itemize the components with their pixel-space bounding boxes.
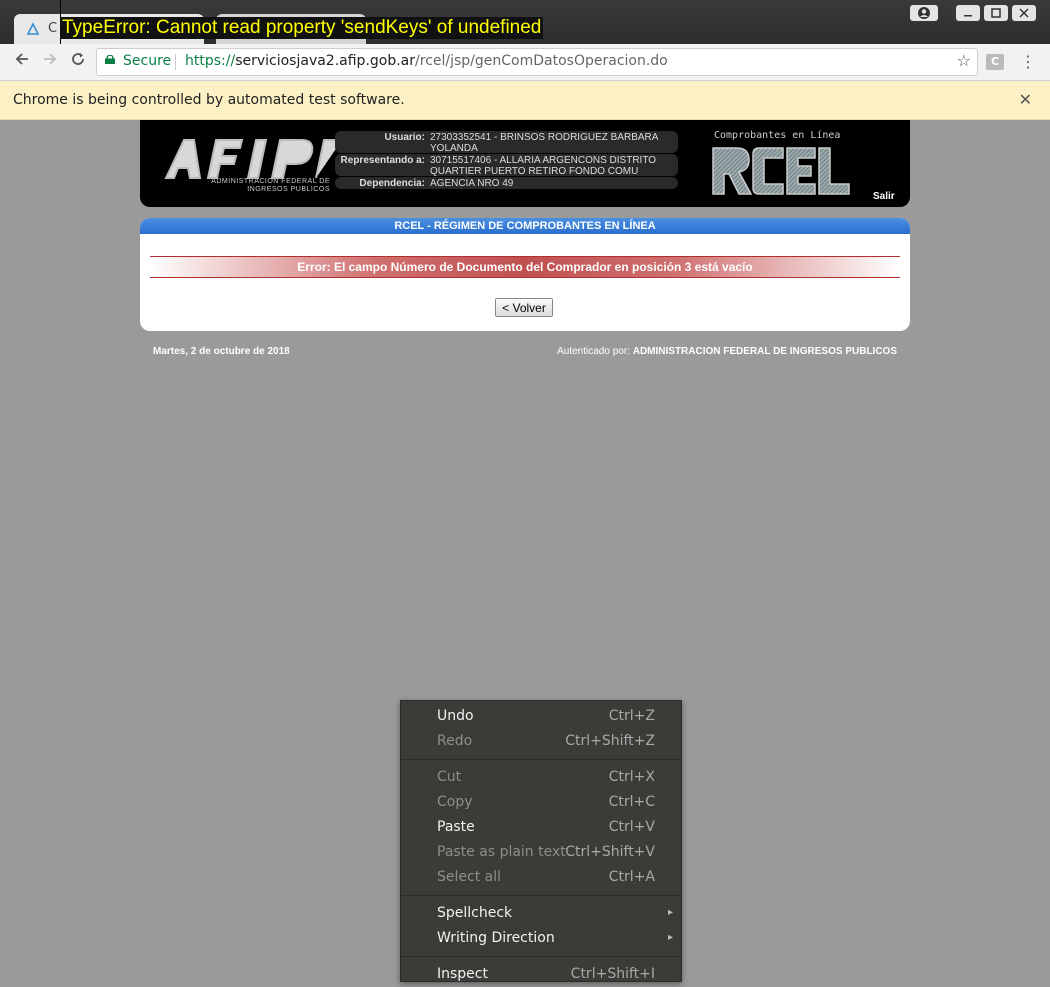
rcel-panel: RCEL - RÉGIMEN DE COMPROBANTES EN LÍNEA … <box>140 218 910 331</box>
menu-item-select-all[interactable]: Select all Ctrl+A <box>401 866 681 890</box>
address-separator <box>175 54 176 70</box>
afip-header: ADMINISTRACION FEDERAL DE INGRESOS PUBLI… <box>140 120 910 207</box>
menu-item-label: Select all <box>437 869 501 885</box>
reload-icon[interactable] <box>66 50 90 74</box>
footer-auth-prefix: Autenticado por: <box>557 346 633 357</box>
menu-item-label: Copy <box>437 794 473 810</box>
salir-link[interactable]: Salir <box>873 191 895 202</box>
dependencia-value: AGENCIA NRO 49 <box>430 178 514 189</box>
menu-item-shortcut: Ctrl+A <box>608 869 655 885</box>
back-arrow-icon[interactable] <box>10 50 34 74</box>
representando-label: Representando a: <box>340 155 425 166</box>
window-controls <box>910 5 1036 21</box>
menu-item-cut[interactable]: Cut Ctrl+X <box>401 766 681 790</box>
menu-item-writing-direction[interactable]: Writing Direction ▸ <box>401 927 681 951</box>
submenu-arrow-icon: ▸ <box>667 932 673 943</box>
profile-icon[interactable] <box>910 5 938 21</box>
afip-favicon-icon <box>26 22 40 35</box>
menu-item-paste-plain[interactable]: Paste as plain text Ctrl+Shift+V <box>401 841 681 865</box>
error-message: Error: El campo Número de Documento del … <box>150 256 900 278</box>
footer-date: Martes, 2 de octubre de 2018 <box>153 346 290 357</box>
menu-item-shortcut: Ctrl+Shift+V <box>565 844 655 860</box>
volver-button[interactable]: < Volver <box>495 298 553 317</box>
menu-item-shortcut: Ctrl+V <box>608 819 655 835</box>
usuario-value: 27303352541 - BRINSOS RODRIGUEZ BARBARA … <box>430 132 658 154</box>
menu-item-inspect[interactable]: Inspect Ctrl+Shift+I <box>401 963 681 987</box>
automation-infobar: Chrome is being controlled by automated … <box>0 81 1050 120</box>
rcel-logo-icon <box>712 147 850 195</box>
forward-arrow-icon[interactable] <box>38 50 62 74</box>
menu-item-shortcut: Ctrl+X <box>608 769 655 785</box>
extension-icon[interactable]: C <box>986 54 1004 70</box>
menu-item-label: Undo <box>437 708 474 724</box>
submenu-arrow-icon: ▸ <box>667 907 673 918</box>
lock-icon <box>105 55 115 64</box>
maximize-icon[interactable] <box>984 5 1008 21</box>
menu-item-label: Writing Direction <box>437 930 555 946</box>
panel-title: RCEL - RÉGIMEN DE COMPROBANTES EN LÍNEA <box>140 218 910 234</box>
browser-toolbar: Secure https://serviciosjava2.afip.gob.a… <box>0 44 1050 81</box>
dependencia-label: Dependencia: <box>359 178 425 189</box>
menu-item-shortcut: Ctrl+Shift+Z <box>565 733 655 749</box>
infobar-text: Chrome is being controlled by automated … <box>13 92 405 108</box>
usuario-label: Usuario: <box>384 132 425 143</box>
browser-titlebar: C TypeError: Cannot read property 'sendK… <box>0 0 1050 60</box>
menu-item-label: Redo <box>437 733 473 749</box>
bookmark-star-icon[interactable]: ☆ <box>957 51 971 70</box>
afip-logo-subtitle: ADMINISTRACION FEDERAL DE INGRESOS PUBLI… <box>211 178 330 193</box>
dependencia-row: Dependencia: AGENCIA NRO 49 <box>335 177 678 189</box>
footer-auth: Autenticado por: ADMINISTRACION FEDERAL … <box>557 346 897 357</box>
address-bar[interactable]: Secure https://serviciosjava2.afip.gob.a… <box>96 48 978 76</box>
url-path: /rcel/jsp/genComDatosOperacion.do <box>415 53 668 69</box>
tab-title: C <box>48 21 58 36</box>
menu-item-label: Cut <box>437 769 462 785</box>
url-host: serviciosjava2.afip.gob.ar <box>235 53 416 69</box>
error-overlay: TypeError: Cannot read property 'sendKey… <box>60 17 544 39</box>
representando-value: 30715517406 - ALLARIA ARGENCONS DISTRITO… <box>430 155 657 177</box>
menu-separator <box>401 895 681 896</box>
usuario-row: Usuario: 27303352541 - BRINSOS RODRIGUEZ… <box>335 131 678 154</box>
footer-auth-entity: ADMINISTRACION FEDERAL DE INGRESOS PUBLI… <box>632 346 897 357</box>
menu-item-paste[interactable]: Paste Ctrl+V <box>401 816 681 840</box>
representando-row: Representando a: 30715517406 - ALLARIA A… <box>335 154 678 177</box>
minimize-icon[interactable] <box>956 5 980 21</box>
menu-item-label: Paste as plain text <box>437 844 566 860</box>
url-text: https://serviciosjava2.afip.gob.ar/rcel/… <box>185 53 668 69</box>
menu-item-redo[interactable]: Redo Ctrl+Shift+Z <box>401 730 681 754</box>
browser-menu-icon[interactable]: ⋮ <box>1020 52 1036 71</box>
close-window-icon[interactable] <box>1012 5 1036 21</box>
menu-item-copy[interactable]: Copy Ctrl+C <box>401 791 681 815</box>
url-scheme: https:// <box>185 53 236 69</box>
infobar-close-icon[interactable]: ✕ <box>1019 90 1032 109</box>
menu-separator <box>401 759 681 760</box>
context-menu: Undo Ctrl+Z Redo Ctrl+Shift+Z Cut Ctrl+X… <box>400 700 682 982</box>
menu-item-label: Paste <box>437 819 475 835</box>
menu-item-shortcut: Ctrl+Z <box>608 708 655 724</box>
menu-separator <box>401 956 681 957</box>
rcel-title: Comprobantes en Línea <box>714 130 841 141</box>
menu-item-undo[interactable]: Undo Ctrl+Z <box>401 705 681 729</box>
menu-item-label: Spellcheck <box>437 905 513 921</box>
menu-item-shortcut: Ctrl+C <box>608 794 655 810</box>
menu-item-spellcheck[interactable]: Spellcheck ▸ <box>401 902 681 926</box>
secure-label: Secure <box>123 53 172 69</box>
